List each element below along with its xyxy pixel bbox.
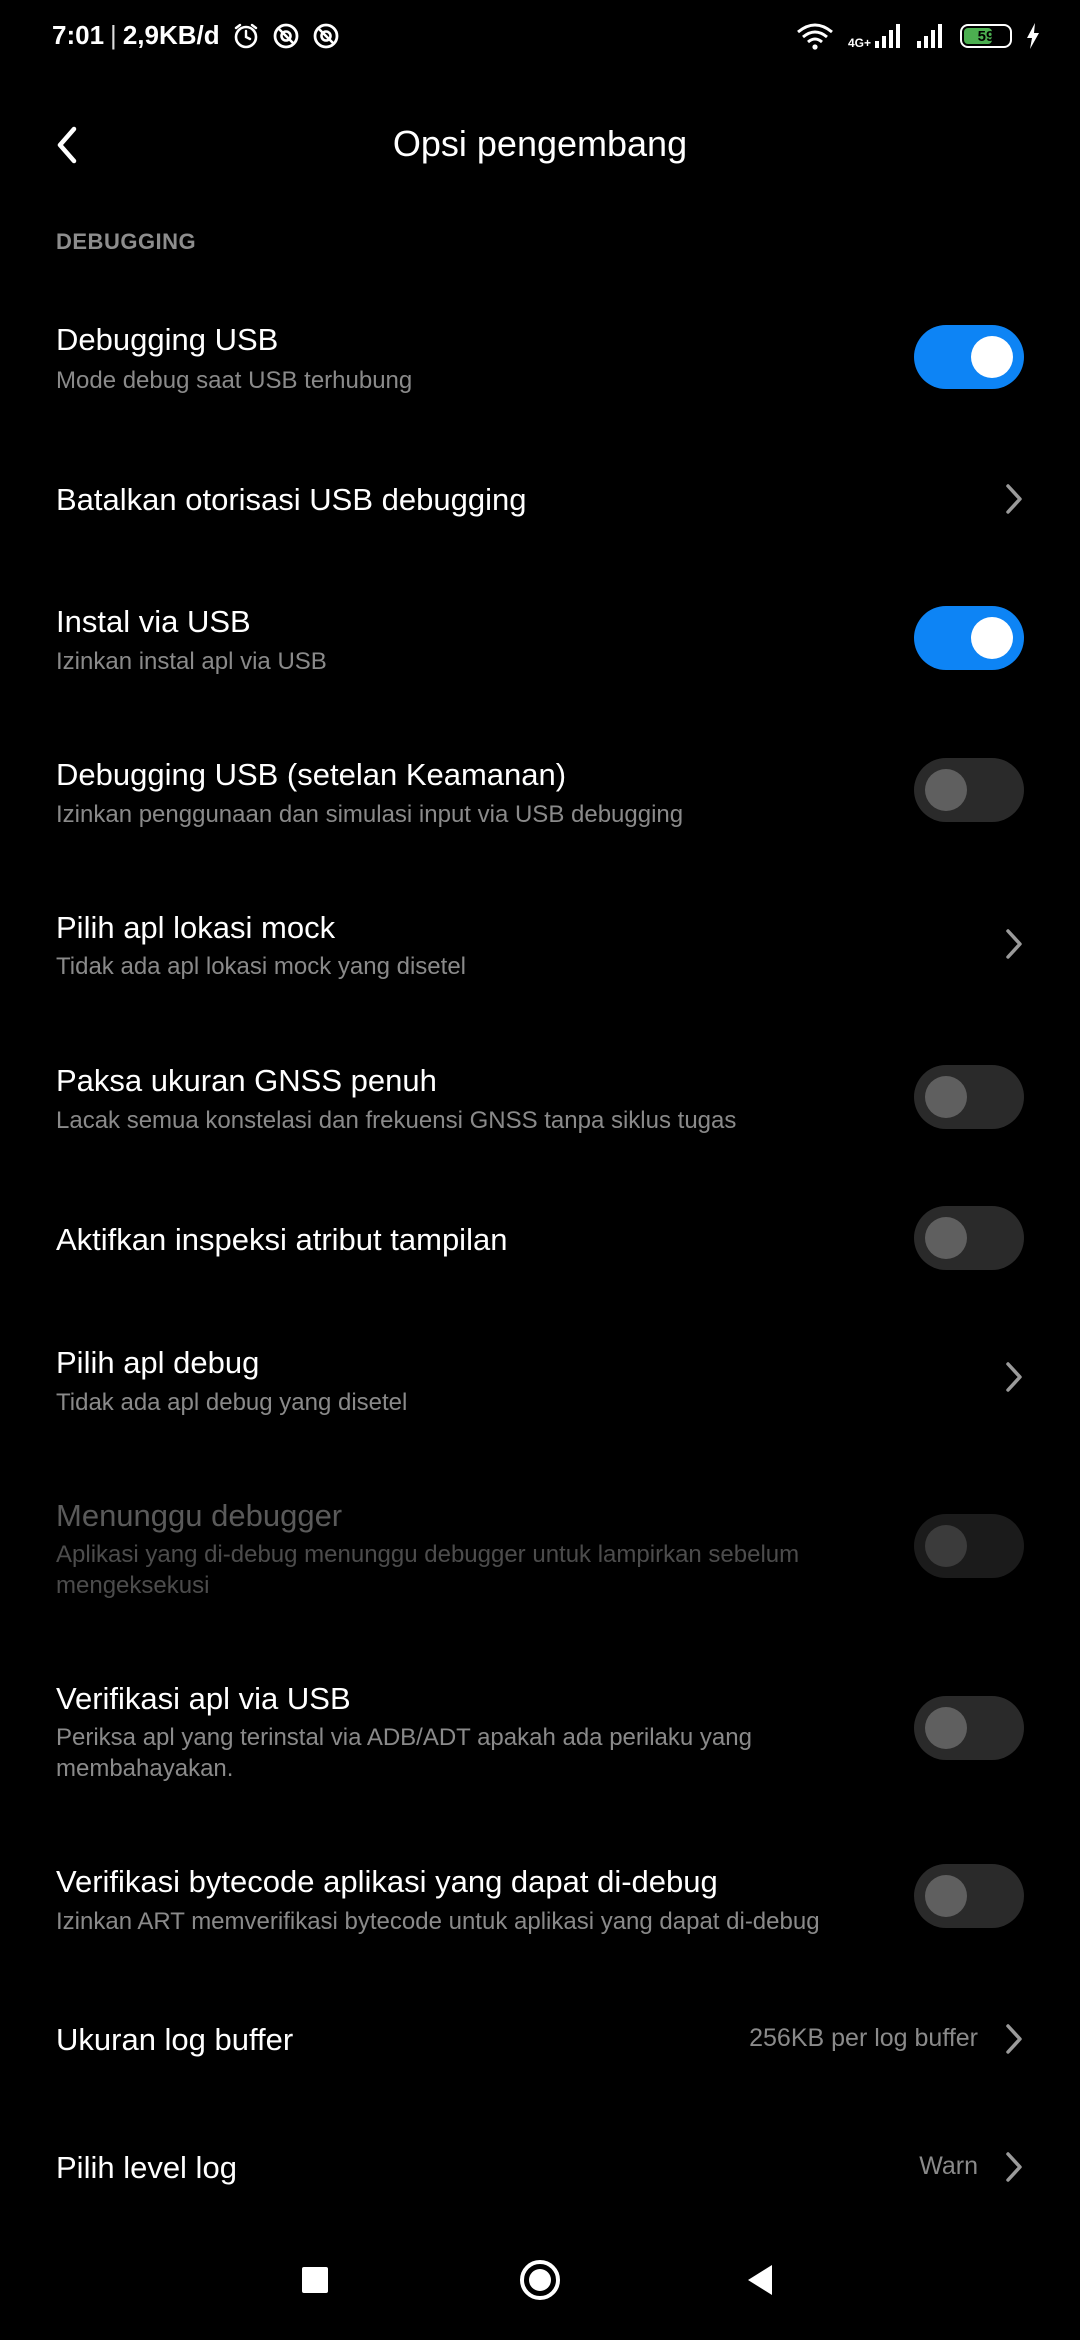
setting-title: Debugging USB (setelan Keamanan) bbox=[56, 757, 567, 792]
toggle-switch[interactable] bbox=[914, 758, 1024, 822]
status-separator: | bbox=[110, 20, 117, 50]
toggle-knob bbox=[925, 1525, 967, 1567]
setting-value: Warn bbox=[919, 2152, 978, 2180]
sync-blocked-icon bbox=[273, 23, 299, 48]
setting-value: 256KB per log buffer bbox=[749, 2024, 978, 2052]
setting-subtitle: Aplikasi yang di-debug menunggu debugger… bbox=[56, 1541, 800, 1599]
toggle-knob bbox=[925, 1707, 967, 1749]
toggle-switch[interactable] bbox=[914, 1864, 1024, 1928]
setting-title: Verifikasi apl via USB bbox=[56, 1681, 351, 1716]
page-title: Opsi pengembang bbox=[392, 123, 688, 164]
setting-title: Aktifkan inspeksi atribut tampilan bbox=[56, 1222, 508, 1257]
battery-level: 59 bbox=[977, 27, 995, 45]
setting-subtitle: Mode debug saat USB terhubung bbox=[56, 367, 413, 394]
sync-blocked-icon-2 bbox=[313, 23, 339, 48]
toggle-knob bbox=[925, 1076, 967, 1118]
navigation-bar bbox=[0, 2240, 1080, 2340]
toggle-knob bbox=[971, 617, 1013, 659]
setting-subtitle: Tidak ada apl debug yang disetel bbox=[56, 1389, 408, 1416]
network-type-label: 4G+ bbox=[847, 36, 871, 50]
setting-title: Ukuran log buffer bbox=[56, 2022, 294, 2057]
chevron-right-icon bbox=[1006, 2152, 1022, 2182]
toggle-switch[interactable] bbox=[914, 325, 1024, 389]
toggle-switch bbox=[914, 1514, 1024, 1578]
wifi-icon bbox=[797, 23, 833, 50]
setting-title: Debugging USB bbox=[56, 322, 279, 357]
setting-subtitle: Izinkan ART memverifikasi bytecode untuk… bbox=[56, 1908, 820, 1935]
signal-group: 4G+ bbox=[848, 23, 902, 49]
setting-subtitle: Izinkan instal apl via USB bbox=[56, 648, 327, 675]
status-time: 7:01 bbox=[52, 20, 105, 50]
setting-title: Pilih level log bbox=[56, 2150, 237, 2185]
setting-title: Pilih apl debug bbox=[56, 1345, 260, 1380]
setting-subtitle: Tidak ada apl lokasi mock yang disetel bbox=[56, 953, 466, 980]
back-nav-button[interactable] bbox=[730, 2250, 790, 2310]
setting-title: Verifikasi bytecode aplikasi yang dapat … bbox=[56, 1864, 718, 1899]
status-bar: 7:01 | 2,9KB/d 4G+ 59 bbox=[0, 0, 1080, 80]
triangle-icon bbox=[748, 2265, 772, 2295]
setting-title: Batalkan otorisasi USB debugging bbox=[56, 482, 527, 517]
toggle-switch[interactable] bbox=[914, 1696, 1024, 1760]
chevron-right-icon bbox=[1006, 929, 1022, 959]
setting-title: Menunggu debugger bbox=[56, 1498, 343, 1533]
app-header: Opsi pengembang bbox=[0, 105, 1080, 185]
toggle-knob bbox=[971, 336, 1013, 378]
toggle-knob bbox=[925, 769, 967, 811]
signal-strength-icon bbox=[875, 24, 900, 48]
setting-subtitle: Lacak semua konstelasi dan frekuensi GNS… bbox=[56, 1107, 737, 1134]
network-type: 4G+ bbox=[848, 37, 871, 49]
setting-subtitle: Periksa apl yang terinstal via ADB/ADT a… bbox=[56, 1724, 752, 1782]
setting-title: Pilih apl lokasi mock bbox=[56, 910, 336, 945]
chevron-right-icon bbox=[1006, 484, 1022, 514]
signal-strength-icon-2 bbox=[917, 24, 942, 48]
circle-icon bbox=[520, 2260, 560, 2300]
toggle-switch[interactable] bbox=[914, 1206, 1024, 1270]
setting-title: Instal via USB bbox=[56, 604, 251, 639]
status-left: 7:01 | 2,9KB/d bbox=[52, 20, 340, 51]
status-right: 4G+ 59 bbox=[796, 22, 1040, 50]
alarm-clock-icon bbox=[234, 23, 257, 48]
home-button[interactable] bbox=[510, 2250, 570, 2310]
status-speed: 2,9KB/d bbox=[122, 20, 220, 50]
setting-title: Paksa ukuran GNSS penuh bbox=[56, 1063, 437, 1098]
setting-subtitle: Izinkan penggunaan dan simulasi input vi… bbox=[56, 801, 684, 828]
toggle-switch[interactable] bbox=[914, 1065, 1024, 1129]
charging-bolt-icon bbox=[1027, 23, 1039, 49]
toggle-knob bbox=[925, 1875, 967, 1917]
section-header-debugging: DEBUGGING bbox=[56, 229, 197, 254]
battery-icon: 59 bbox=[960, 24, 1012, 48]
recents-button[interactable] bbox=[285, 2250, 345, 2310]
toggle-switch[interactable] bbox=[914, 606, 1024, 670]
chevron-right-icon bbox=[1006, 2024, 1022, 2054]
chevron-right-icon bbox=[1006, 1362, 1022, 1392]
square-icon bbox=[302, 2267, 328, 2293]
toggle-knob bbox=[925, 1217, 967, 1259]
